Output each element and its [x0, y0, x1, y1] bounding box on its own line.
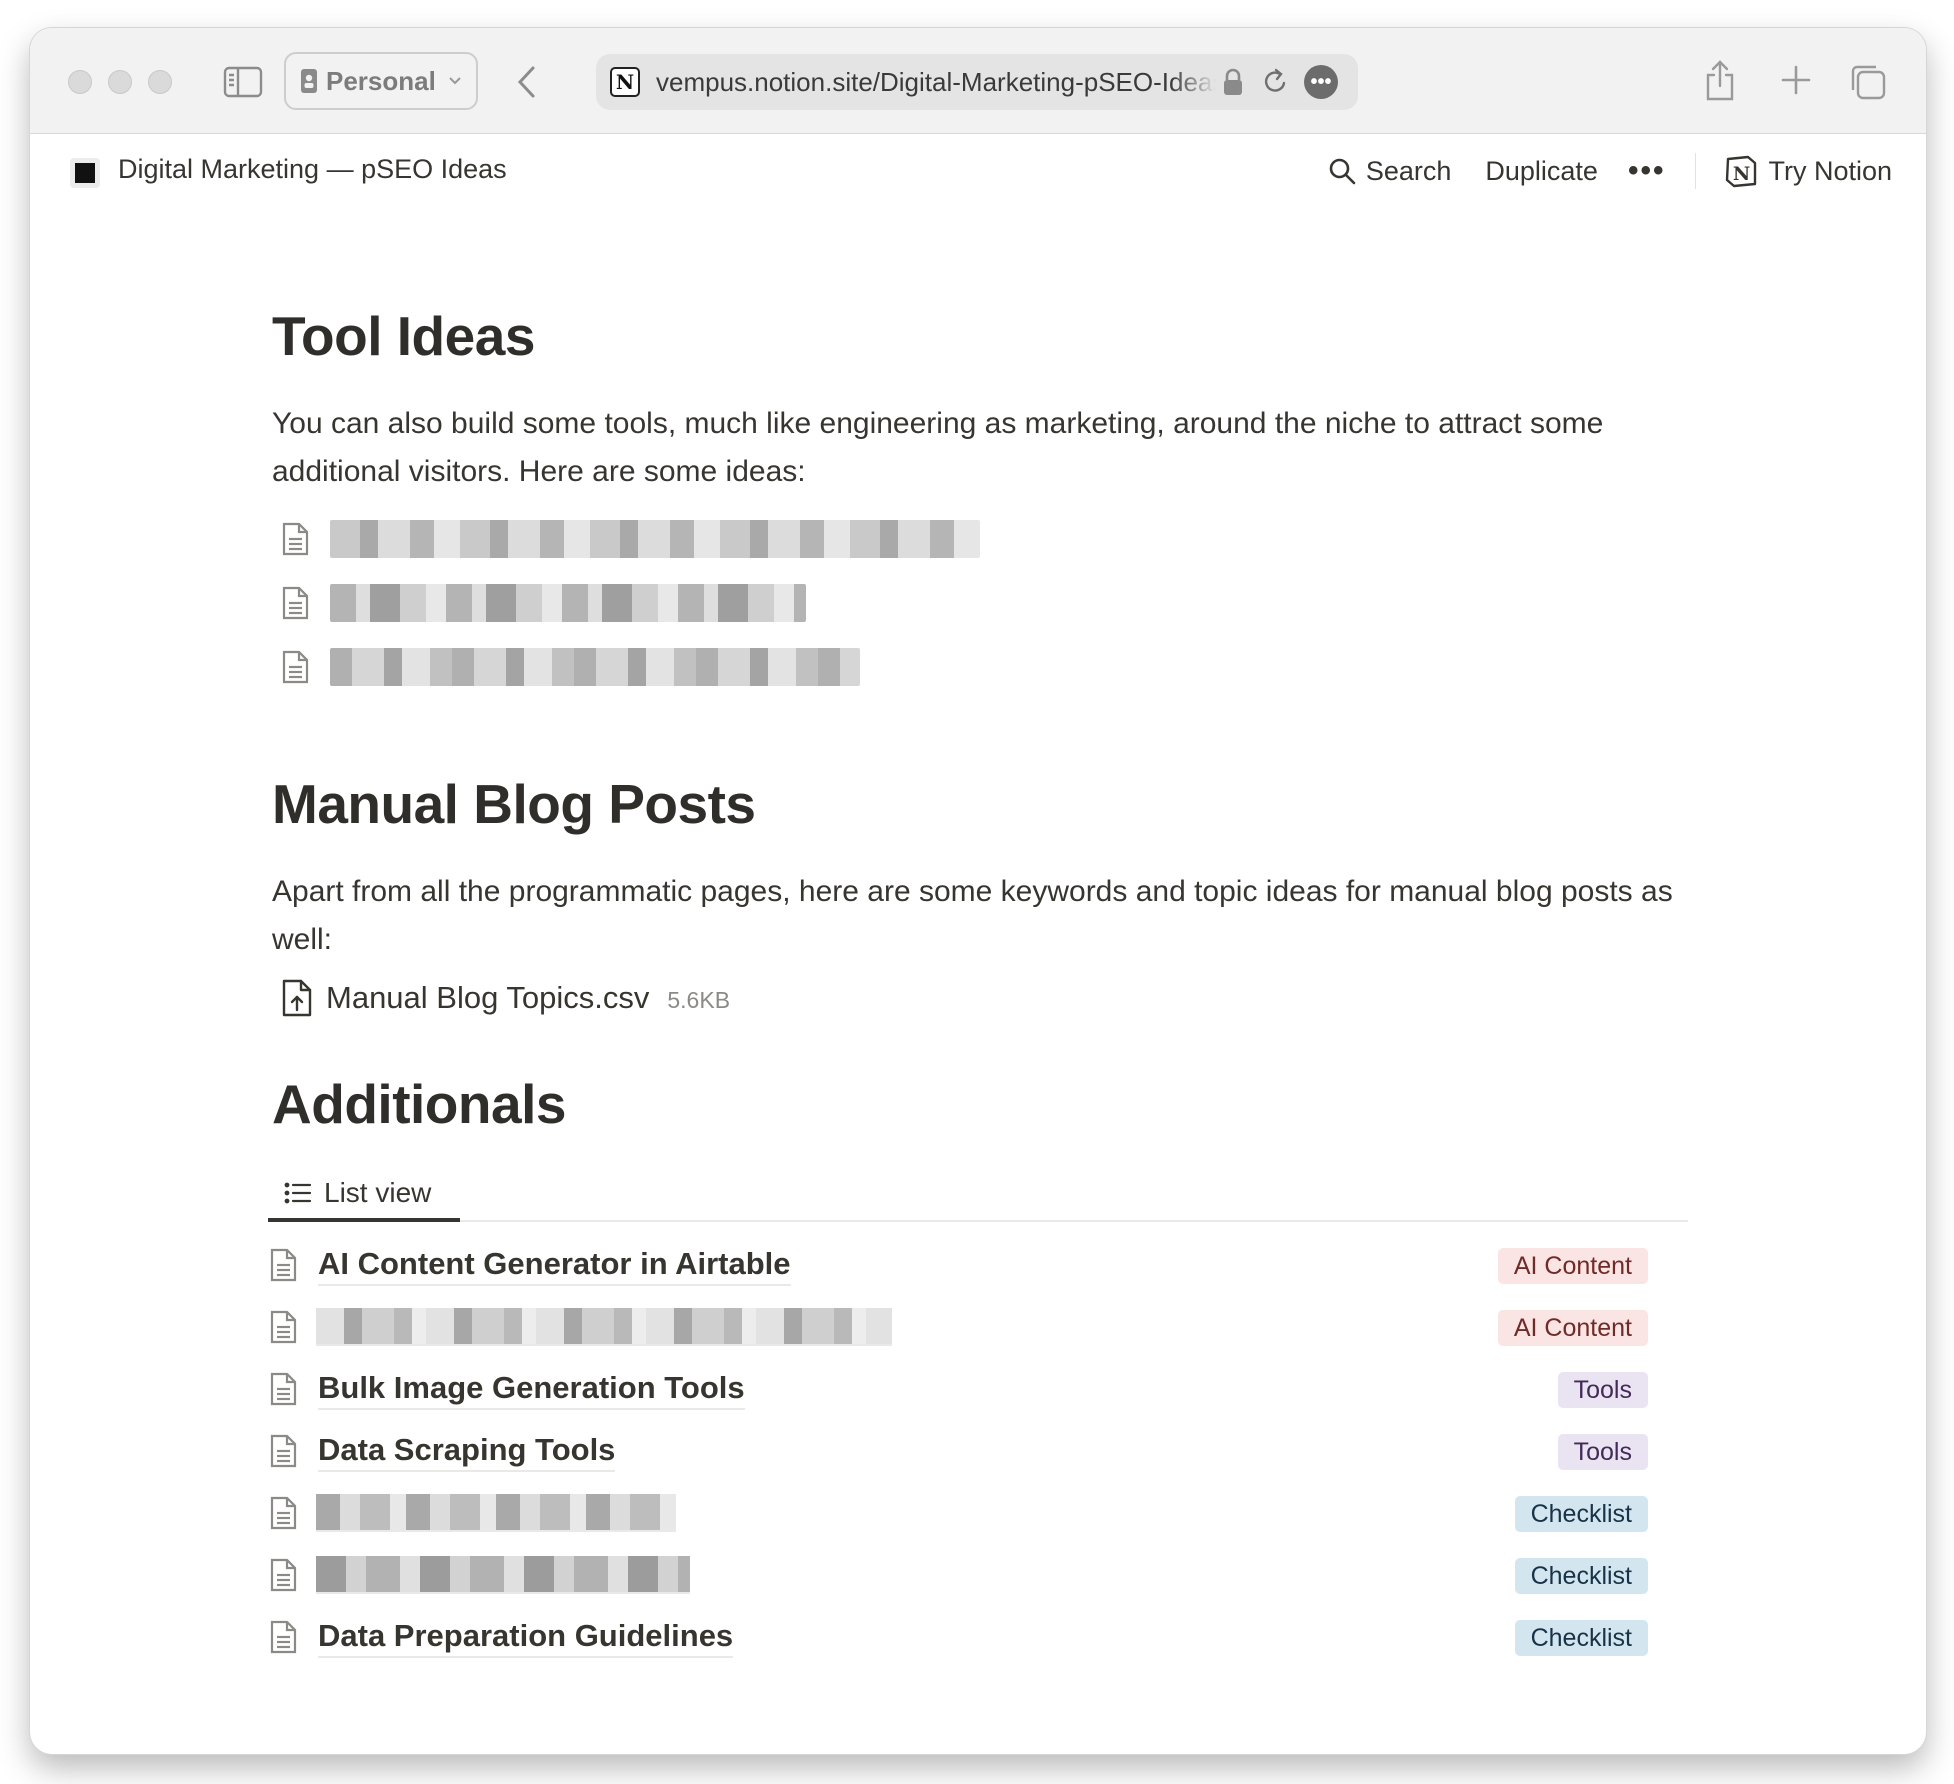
list-item[interactable]: AI Content — [268, 1296, 1668, 1358]
page-emoji-icon — [70, 158, 100, 188]
list-item-title: Data Preparation Guidelines — [318, 1616, 734, 1658]
heading-additionals: Additionals — [272, 1073, 566, 1135]
tab-list-view[interactable]: List view — [268, 1168, 460, 1222]
list-icon — [284, 1182, 312, 1204]
search-label: Search — [1365, 155, 1452, 186]
browser-window: Personal N vempus.notion.site/Digital-Ma… — [30, 28, 1926, 1754]
more-options-label: ••• — [1627, 154, 1666, 187]
list-item[interactable]: Data Preparation Guidelines Checklist — [268, 1606, 1668, 1668]
reload-icon[interactable] — [1262, 67, 1290, 97]
redacted-title — [330, 648, 860, 686]
tab-list-view-label: List view — [324, 1177, 432, 1208]
heading-manual-blog-posts: Manual Blog Posts — [272, 773, 756, 835]
list-item[interactable]: Checklist — [268, 1544, 1668, 1606]
lock-icon — [1224, 68, 1242, 95]
address-bar[interactable]: N vempus.notion.site/Digital-Marketing-p… — [596, 54, 1358, 110]
profile-selector[interactable]: Personal — [284, 52, 478, 110]
page-icon — [270, 1434, 297, 1468]
topbar-divider — [1695, 153, 1697, 189]
search-button[interactable]: Search — [1328, 155, 1452, 187]
redacted-title — [316, 1556, 690, 1594]
tag-ai-content: AI Content — [1497, 1248, 1648, 1284]
chevron-left-icon — [517, 66, 535, 98]
file-attachment[interactable]: Manual Blog Topics.csv 5.6KB — [280, 978, 730, 1018]
chevron-down-icon — [449, 77, 461, 85]
url-text[interactable]: vempus.notion.site/Digital-Marketing-pSE… — [656, 67, 1216, 98]
breadcrumb[interactable]: Digital Marketing — pSEO Ideas — [118, 154, 507, 185]
page-icon — [282, 522, 309, 556]
tab-overview-button[interactable] — [1848, 62, 1888, 102]
tag-checklist: Checklist — [1514, 1620, 1648, 1656]
list-item-title: Data Scraping Tools — [318, 1430, 616, 1472]
tag-checklist: Checklist — [1514, 1558, 1648, 1594]
profile-label: Personal — [326, 65, 436, 96]
tabs-icon — [1851, 65, 1886, 100]
page-icon — [282, 586, 309, 620]
topbar-actions: Search Duplicate ••• N Try Notion — [1328, 150, 1892, 192]
list-item-title: Bulk Image Generation Tools — [318, 1368, 745, 1410]
share-icon — [1706, 60, 1734, 101]
redacted-title — [316, 1494, 676, 1532]
subpage-link[interactable] — [280, 642, 860, 692]
list-item-title: AI Content Generator in Airtable — [318, 1244, 791, 1286]
minimize-window-button[interactable] — [108, 70, 132, 94]
manual-blog-posts-description: Apart from all the programmatic pages, h… — [272, 875, 1673, 956]
try-notion-label: Try Notion — [1768, 155, 1892, 186]
subpage-link[interactable] — [280, 578, 806, 628]
page-icon — [282, 650, 309, 684]
heading-tool-ideas: Tool Ideas — [272, 305, 535, 367]
page-icon — [270, 1558, 297, 1592]
list-item[interactable]: Checklist — [268, 1482, 1668, 1544]
notion-logo-icon: N — [1726, 155, 1757, 188]
new-tab-button[interactable] — [1778, 62, 1814, 98]
page-icon — [270, 1496, 297, 1530]
list-item[interactable]: Data Scraping Tools Tools — [268, 1420, 1668, 1482]
redacted-title — [330, 584, 806, 622]
back-button[interactable] — [508, 62, 544, 102]
share-button[interactable] — [1702, 58, 1738, 102]
plus-icon — [1781, 65, 1811, 95]
tag-ai-content: AI Content — [1497, 1310, 1648, 1346]
sidebar-icon — [223, 66, 263, 98]
zoom-window-button[interactable] — [148, 70, 172, 94]
notion-topbar: Digital Marketing — pSEO Ideas Search Du… — [30, 134, 1926, 208]
file-size: 5.6KB — [667, 986, 731, 1013]
tool-ideas-description: You can also build some tools, much like… — [272, 407, 1604, 488]
svg-text:N: N — [1733, 163, 1750, 185]
list-item[interactable]: AI Content Generator in Airtable AI Cont… — [268, 1234, 1668, 1296]
tag-checklist: Checklist — [1514, 1496, 1648, 1532]
more-options-button[interactable]: ••• — [1628, 154, 1666, 188]
tag-tools: Tools — [1557, 1434, 1648, 1470]
duplicate-button[interactable]: Duplicate — [1485, 156, 1598, 187]
file-upload-icon — [282, 979, 312, 1017]
page-icon — [270, 1248, 297, 1282]
redacted-title — [330, 520, 980, 558]
database-view-tabs: List view — [268, 1168, 1688, 1222]
notion-favicon-icon: N — [610, 67, 640, 97]
close-window-button[interactable] — [68, 70, 92, 94]
redacted-title — [316, 1308, 892, 1346]
search-icon — [1329, 158, 1356, 185]
subpage-link[interactable] — [280, 514, 980, 564]
file-name: Manual Blog Topics.csv — [326, 980, 650, 1015]
page-menu-button[interactable]: ••• — [1304, 65, 1338, 99]
list-item[interactable]: Bulk Image Generation Tools Tools — [268, 1358, 1668, 1420]
page-icon — [270, 1372, 297, 1406]
page-icon — [270, 1620, 297, 1654]
tag-tools: Tools — [1557, 1372, 1648, 1408]
browser-toolbar: Personal N vempus.notion.site/Digital-Ma… — [30, 28, 1926, 134]
page-icon — [270, 1310, 297, 1344]
profile-badge-icon — [301, 69, 317, 93]
duplicate-label: Duplicate — [1485, 155, 1598, 186]
sidebar-toggle-button[interactable] — [222, 64, 264, 100]
try-notion-button[interactable]: N Try Notion — [1724, 154, 1892, 188]
